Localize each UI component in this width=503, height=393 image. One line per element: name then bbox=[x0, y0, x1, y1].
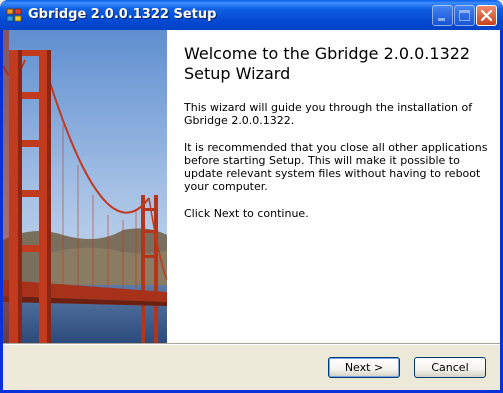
title-bar[interactable]: Gbridge 2.0.0.1322 Setup bbox=[0, 0, 503, 30]
minimize-icon bbox=[438, 18, 445, 21]
dialog-body: Welcome to the Gbridge 2.0.0.1322 Setup … bbox=[3, 30, 500, 390]
close-button[interactable] bbox=[476, 5, 497, 26]
maximize-button[interactable] bbox=[454, 5, 475, 26]
wizard-heading: Welcome to the Gbridge 2.0.0.1322 Setup … bbox=[184, 44, 471, 83]
recommendation-paragraph: It is recommended that you close all oth… bbox=[184, 141, 488, 193]
next-button[interactable]: Next > bbox=[328, 357, 400, 378]
continue-instruction: Click Next to continue. bbox=[184, 207, 309, 220]
golden-gate-bridge-banner bbox=[3, 30, 167, 343]
cancel-button[interactable]: Cancel bbox=[414, 357, 486, 378]
minimize-button[interactable] bbox=[432, 5, 453, 26]
installer-app-icon bbox=[6, 7, 22, 23]
maximize-icon bbox=[459, 10, 470, 21]
close-icon bbox=[480, 9, 493, 22]
installer-window: Gbridge 2.0.0.1322 Setup Welcome to the … bbox=[0, 0, 503, 393]
footer-separator bbox=[3, 343, 500, 345]
intro-paragraph: This wizard will guide you through the i… bbox=[184, 101, 473, 127]
wizard-content: Welcome to the Gbridge 2.0.0.1322 Setup … bbox=[167, 30, 500, 343]
window-title: Gbridge 2.0.0.1322 Setup bbox=[28, 7, 217, 22]
